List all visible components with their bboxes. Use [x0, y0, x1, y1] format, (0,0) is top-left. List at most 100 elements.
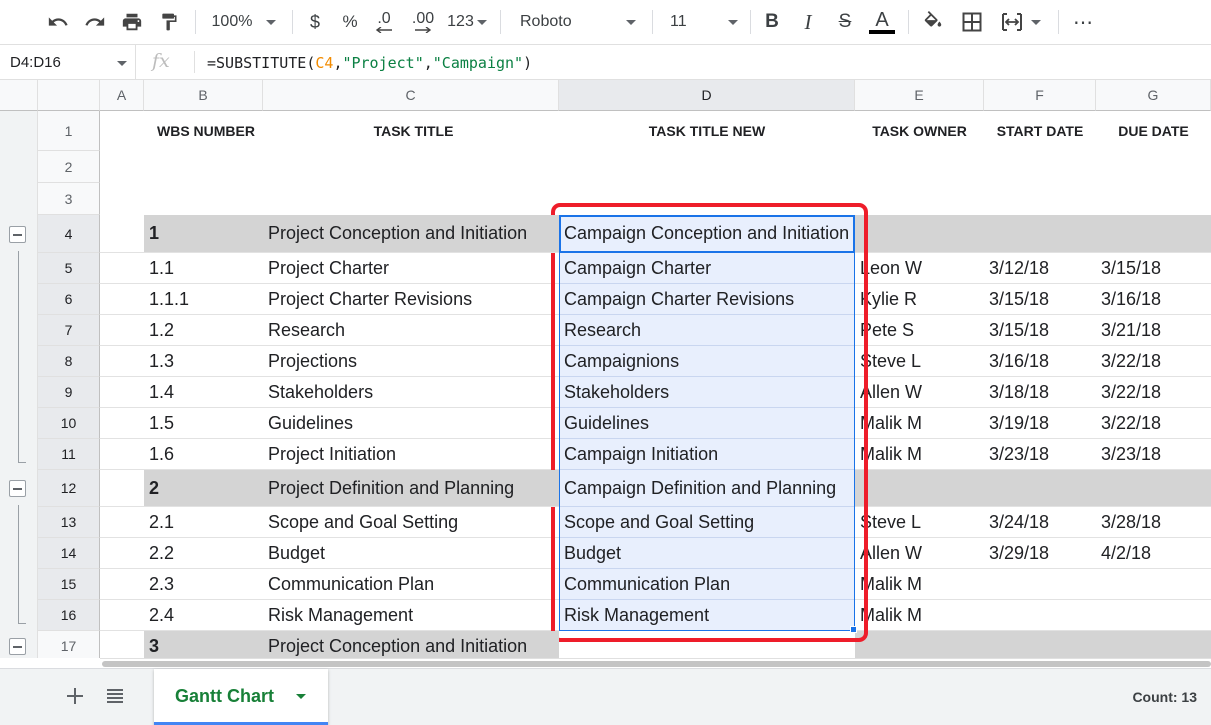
cell-d17[interactable]: [559, 631, 855, 658]
cell-c11[interactable]: Project Initiation: [263, 439, 559, 470]
column-header-f[interactable]: F: [984, 80, 1096, 111]
cell-f13[interactable]: 3/24/18: [984, 507, 1096, 538]
cell-c5[interactable]: Project Charter: [263, 253, 559, 284]
scrollbar-thumb[interactable]: [102, 661, 1211, 667]
column-header-e[interactable]: E: [855, 80, 984, 111]
cell-d13[interactable]: Scope and Goal Setting: [559, 507, 855, 538]
cell-c13[interactable]: Scope and Goal Setting: [263, 507, 559, 538]
all-sheets-button[interactable]: [104, 685, 126, 707]
cell-b15[interactable]: 2.3: [144, 569, 263, 600]
cell-a5[interactable]: [100, 253, 144, 284]
cell-c16[interactable]: Risk Management: [263, 600, 559, 631]
merge-cells-button[interactable]: [995, 8, 1047, 36]
cell-d1[interactable]: TASK TITLE NEW: [559, 111, 855, 151]
cell-g17[interactable]: [1096, 631, 1211, 658]
cell-e11[interactable]: Malik M: [855, 439, 984, 470]
cell-g3[interactable]: [1096, 183, 1211, 215]
cell-d11[interactable]: Campaign Initiation: [559, 439, 855, 470]
cell-e13[interactable]: Steve L: [855, 507, 984, 538]
cell-f5[interactable]: 3/12/18: [984, 253, 1096, 284]
cell-a7[interactable]: [100, 315, 144, 346]
row-header-11[interactable]: 11: [38, 439, 100, 470]
row-header-2[interactable]: 2: [38, 151, 100, 183]
cell-f2[interactable]: [984, 151, 1096, 183]
cell-b8[interactable]: 1.3: [144, 346, 263, 377]
cell-d10[interactable]: Guidelines: [559, 408, 855, 439]
row-header-8[interactable]: 8: [38, 346, 100, 377]
increase-decimal-button[interactable]: .00: [408, 8, 438, 36]
cell-d9[interactable]: Stakeholders: [559, 377, 855, 408]
cell-a4[interactable]: [100, 215, 144, 253]
zoom-select[interactable]: 100%: [205, 8, 283, 36]
font-size-select[interactable]: 11: [662, 8, 740, 36]
select-all-corner[interactable]: [38, 80, 100, 111]
cell-f4[interactable]: [984, 215, 1096, 253]
fill-handle[interactable]: [850, 626, 857, 633]
cell-a13[interactable]: [100, 507, 144, 538]
row-header-9[interactable]: 9: [38, 377, 100, 408]
cell-c4[interactable]: Project Conception and Initiation: [263, 215, 559, 253]
cell-a16[interactable]: [100, 600, 144, 631]
redo-icon[interactable]: [81, 8, 109, 36]
sheet-tab-gantt-chart[interactable]: Gantt Chart: [154, 669, 328, 725]
cell-c10[interactable]: Guidelines: [263, 408, 559, 439]
cell-e6[interactable]: Kylie R: [855, 284, 984, 315]
percent-format-button[interactable]: %: [337, 8, 363, 36]
row-header-17[interactable]: 17: [38, 631, 100, 658]
cell-g5[interactable]: 3/15/18: [1096, 253, 1211, 284]
cell-d16[interactable]: Risk Management: [559, 600, 855, 631]
cell-d12[interactable]: Campaign Definition and Planning: [559, 470, 855, 507]
horizontal-scrollbar[interactable]: [100, 658, 1211, 668]
cell-e14[interactable]: Allen W: [855, 538, 984, 569]
cell-e7[interactable]: Pete S: [855, 315, 984, 346]
cell-d15[interactable]: Communication Plan: [559, 569, 855, 600]
cell-e5[interactable]: Leon W: [855, 253, 984, 284]
cell-a10[interactable]: [100, 408, 144, 439]
cell-a15[interactable]: [100, 569, 144, 600]
cell-e2[interactable]: [855, 151, 984, 183]
cell-f12[interactable]: [984, 470, 1096, 507]
cell-g2[interactable]: [1096, 151, 1211, 183]
cell-g14[interactable]: 4/2/18: [1096, 538, 1211, 569]
cell-b7[interactable]: 1.2: [144, 315, 263, 346]
cell-f1[interactable]: START DATE: [984, 111, 1096, 151]
cell-g8[interactable]: 3/22/18: [1096, 346, 1211, 377]
cell-e15[interactable]: Malik M: [855, 569, 984, 600]
fill-color-icon[interactable]: [919, 8, 947, 36]
cell-c3[interactable]: [263, 183, 559, 215]
cell-b10[interactable]: 1.5: [144, 408, 263, 439]
bold-button[interactable]: B: [759, 8, 785, 36]
cell-e4[interactable]: [855, 215, 984, 253]
print-icon[interactable]: [118, 8, 146, 36]
italic-button[interactable]: I: [795, 8, 821, 36]
row-header-14[interactable]: 14: [38, 538, 100, 569]
row-header-10[interactable]: 10: [38, 408, 100, 439]
cell-d3[interactable]: [559, 183, 855, 215]
undo-icon[interactable]: [44, 8, 72, 36]
cell-b3[interactable]: [144, 183, 263, 215]
cell-a14[interactable]: [100, 538, 144, 569]
cell-f8[interactable]: 3/16/18: [984, 346, 1096, 377]
cell-a11[interactable]: [100, 439, 144, 470]
cell-a9[interactable]: [100, 377, 144, 408]
row-header-6[interactable]: 6: [38, 284, 100, 315]
borders-icon[interactable]: [958, 8, 986, 36]
cell-g6[interactable]: 3/16/18: [1096, 284, 1211, 315]
cell-b1[interactable]: WBS NUMBER: [144, 111, 263, 151]
more-formats-button[interactable]: 123: [446, 8, 488, 36]
cell-b5[interactable]: 1.1: [144, 253, 263, 284]
cell-g11[interactable]: 3/23/18: [1096, 439, 1211, 470]
cell-b2[interactable]: [144, 151, 263, 183]
cell-e3[interactable]: [855, 183, 984, 215]
cell-c9[interactable]: Stakeholders: [263, 377, 559, 408]
cell-g10[interactable]: 3/22/18: [1096, 408, 1211, 439]
cell-f7[interactable]: 3/15/18: [984, 315, 1096, 346]
cell-f17[interactable]: [984, 631, 1096, 658]
cell-d6[interactable]: Campaign Charter Revisions: [559, 284, 855, 315]
add-sheet-button[interactable]: [62, 683, 88, 709]
cell-c17[interactable]: Project Conception and Initiation: [263, 631, 559, 658]
cell-d2[interactable]: [559, 151, 855, 183]
cell-a12[interactable]: [100, 470, 144, 507]
cell-e9[interactable]: Allen W: [855, 377, 984, 408]
column-header-a[interactable]: A: [100, 80, 144, 111]
